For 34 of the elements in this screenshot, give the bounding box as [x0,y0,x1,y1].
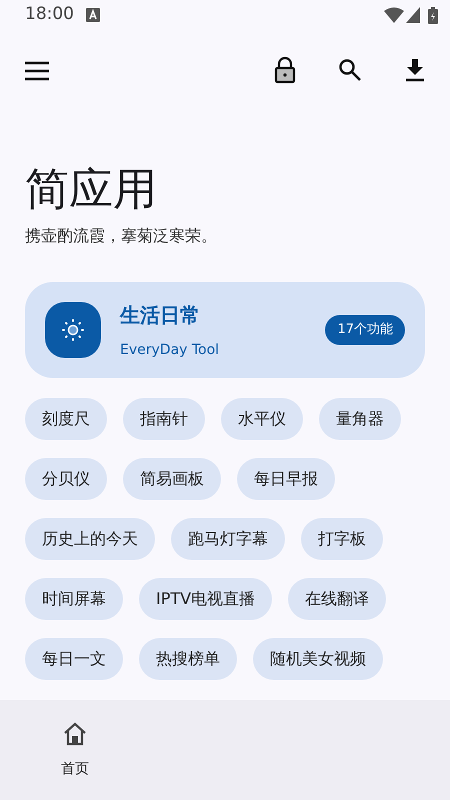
category-subtitle: EveryDay Tool [120,340,220,360]
status-time: 18:00 [25,3,74,26]
tool-chip[interactable]: 打字板 [301,518,383,560]
tool-chip[interactable]: 跑马灯字幕 [171,518,285,560]
category-card[interactable]: 生活日常 EveryDay Tool 17个功能 [25,282,425,378]
tool-chip[interactable]: 指南针 [123,398,205,440]
tool-chip[interactable]: 刻度尺 [25,398,107,440]
count-badge: 17个功能 [325,315,405,345]
menu-icon [24,60,50,81]
notification-icon [86,8,100,22]
tool-chip[interactable]: 每日一文 [25,638,123,680]
download-icon [404,58,426,82]
sun-icon [61,318,85,342]
tool-chip[interactable]: 量角器 [319,398,401,440]
home-icon [62,720,88,746]
search-icon [338,58,362,82]
tool-chip[interactable]: 水平仪 [221,398,303,440]
category-title: 生活日常 [120,302,200,328]
app-title: 简应用 [25,168,158,212]
tool-chip[interactable]: IPTV电视直播 [139,578,272,620]
lock-icon [274,56,296,84]
tool-chip[interactable]: 时间屏幕 [25,578,123,620]
signal-icon [406,7,420,23]
tool-chip[interactable]: 随机美女视频 [253,638,383,680]
app-subtitle: 携壶酌流霞，搴菊泛寒荣。 [25,225,218,247]
nav-item[interactable]: 首页 [0,700,150,800]
tool-chip[interactable]: 热搜榜单 [139,638,237,680]
tool-chip[interactable]: 每日早报 [237,458,335,500]
tool-chip[interactable]: 分贝仪 [25,458,107,500]
wifi-icon [384,7,404,23]
tool-chip[interactable]: 简易画板 [123,458,221,500]
battery-icon [428,6,438,24]
tool-chip[interactable]: 历史上的今天 [25,518,155,560]
tool-chip[interactable]: 在线翻译 [288,578,386,620]
